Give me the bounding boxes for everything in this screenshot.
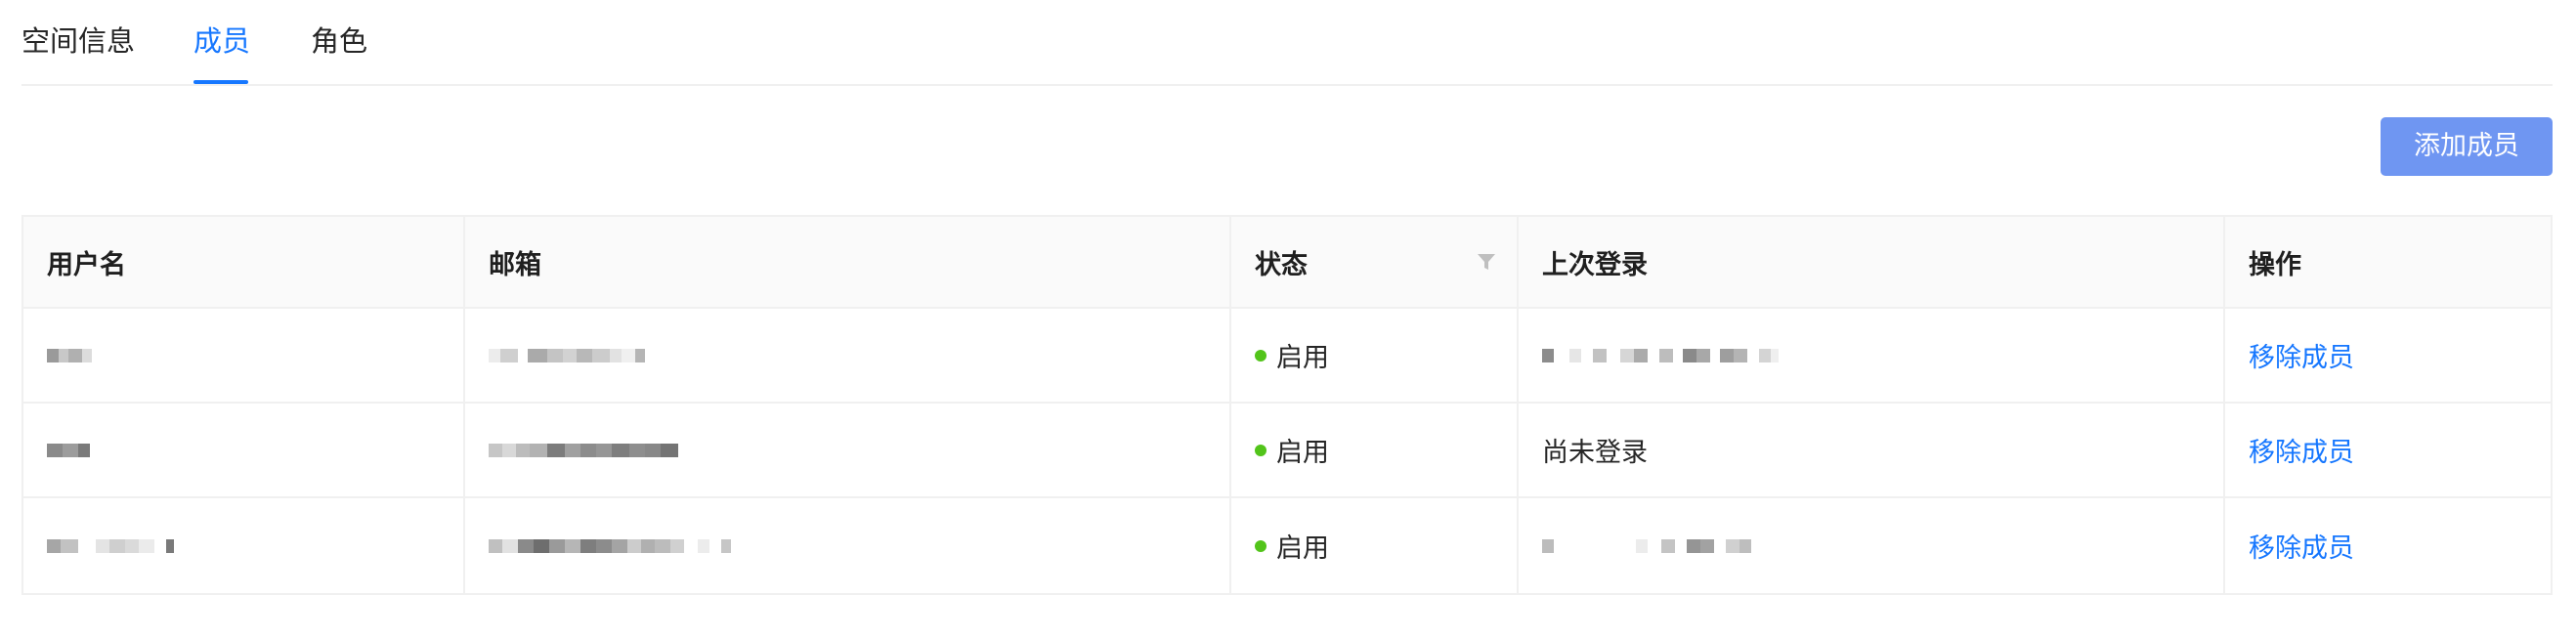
- username-redacted: [47, 436, 90, 465]
- last-login-text: 尚未登录: [1542, 438, 1648, 468]
- last-login-redacted: [1542, 532, 1751, 561]
- status-text: 启用: [1276, 438, 1329, 468]
- tab-members[interactable]: 成员: [193, 23, 250, 59]
- username-redacted: [47, 532, 174, 561]
- email-redacted: [489, 436, 678, 465]
- status-enabled-dot: [1255, 444, 1267, 456]
- username-redacted: [47, 341, 92, 370]
- filter-icon[interactable]: [1476, 251, 1497, 273]
- members-page: 空间信息 成员 角色 添加成员 用户名 邮箱 状态 上次登录 操作 启用 移除成…: [0, 0, 2576, 639]
- table-row: 启用 移除成员: [23, 309, 2551, 404]
- column-header-last-login: 上次登录: [1519, 217, 2225, 307]
- column-header-actions: 操作: [2249, 249, 2301, 280]
- table-row: 启用 尚未登录 移除成员: [23, 404, 2551, 498]
- email-cell: [465, 498, 1231, 593]
- tab-space-info[interactable]: 空间信息: [21, 23, 135, 59]
- username-cell: [23, 404, 465, 496]
- members-table: 用户名 邮箱 状态 上次登录 操作 启用 移除成员 启用 尚未登录 移除成员 启…: [21, 215, 2553, 595]
- email-cell: [465, 404, 1231, 496]
- last-login-cell: 尚未登录: [1519, 404, 2225, 496]
- username-cell: [23, 309, 465, 402]
- tab-roles[interactable]: 角色: [311, 23, 367, 59]
- status-cell: 启用: [1231, 404, 1519, 496]
- status-cell: 启用: [1231, 309, 1519, 402]
- username-cell: [23, 498, 465, 593]
- status-cell: 启用: [1231, 498, 1519, 593]
- column-header-email: 邮箱: [465, 217, 1231, 307]
- last-login-redacted: [1542, 341, 1779, 370]
- actions-cell: 移除成员: [2225, 309, 2551, 402]
- status-text: 启用: [1276, 343, 1329, 373]
- column-header-status-label: 状态: [1255, 249, 1308, 280]
- remove-member-link[interactable]: 移除成员: [2249, 527, 2354, 565]
- tab-bar: 空间信息 成员 角色: [21, 0, 2553, 86]
- status-enabled-dot: [1255, 539, 1267, 552]
- email-cell: [465, 309, 1231, 402]
- status-enabled-dot: [1255, 349, 1267, 362]
- remove-member-link[interactable]: 移除成员: [2249, 336, 2354, 374]
- table-row: 启用 移除成员: [23, 498, 2551, 593]
- last-login-cell: [1519, 498, 2225, 593]
- status-text: 启用: [1276, 533, 1329, 564]
- active-tab-indicator: [193, 80, 248, 84]
- remove-member-link[interactable]: 移除成员: [2249, 431, 2354, 469]
- add-member-button[interactable]: 添加成员: [2381, 117, 2553, 176]
- last-login-cell: [1519, 309, 2225, 402]
- actions-cell: 移除成员: [2225, 498, 2551, 593]
- actions-cell: 移除成员: [2225, 404, 2551, 496]
- column-header-status: 状态: [1231, 217, 1519, 307]
- email-redacted: [489, 532, 731, 561]
- column-header-username: 用户名: [23, 217, 465, 307]
- table-header-row: 用户名 邮箱 状态 上次登录 操作: [23, 217, 2551, 309]
- email-redacted: [489, 341, 645, 370]
